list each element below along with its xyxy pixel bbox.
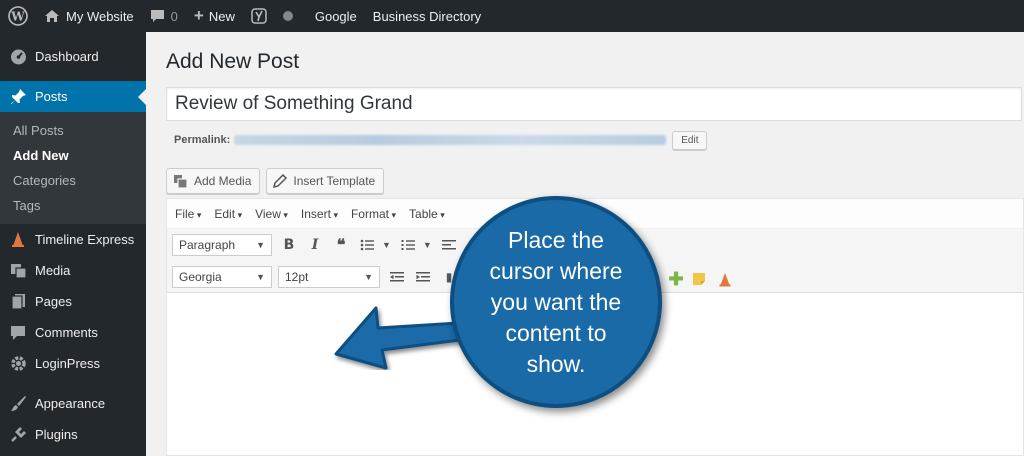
sidebar-item-comments[interactable]: Comments — [0, 317, 146, 348]
insert-template-label: Insert Template — [293, 174, 376, 188]
font-size-select[interactable]: 12pt ▼ — [278, 265, 380, 288]
sidebar-item-label: LoginPress — [35, 356, 101, 371]
bold-button[interactable]: B — [278, 234, 300, 256]
yoast-seo-icon[interactable] — [243, 0, 275, 32]
permalink-url-blurred[interactable] — [234, 135, 667, 145]
comments-count: 0 — [170, 8, 178, 24]
align-left-icon — [441, 240, 456, 250]
media-buttons: Add Media Insert Template — [166, 168, 385, 194]
sidebar-item-timeline-express[interactable]: Timeline Express — [0, 224, 146, 255]
plus-icon: + — [193, 6, 204, 25]
outdent-button[interactable] — [386, 266, 408, 288]
insert-template-button[interactable]: Insert Template — [266, 168, 385, 194]
sidebar-item-appearance[interactable]: Appearance — [0, 388, 146, 419]
indent-icon — [416, 271, 430, 281]
post-title-input[interactable]: Review of Something Grand — [166, 87, 1022, 121]
chevron-down-icon: ▼ — [256, 271, 265, 282]
callout-text: Place the cursor where you want the cont… — [489, 226, 623, 377]
comment-bubble-icon — [150, 9, 165, 23]
align-left-button[interactable] — [438, 234, 460, 256]
new-content-link[interactable]: + New — [186, 0, 243, 32]
pages-icon — [9, 293, 27, 311]
italic-button[interactable]: I — [304, 234, 326, 256]
pin-icon — [9, 88, 27, 106]
home-icon — [44, 9, 60, 23]
sidebar-item-label: Timeline Express — [35, 232, 135, 247]
comment-icon — [9, 324, 27, 342]
timeline-cone-icon[interactable] — [714, 268, 736, 290]
bullet-list-icon — [360, 239, 374, 251]
media-icon — [9, 262, 27, 280]
menu-file[interactable]: File — [175, 207, 201, 221]
chevron-down-icon[interactable]: ▼ — [423, 240, 432, 250]
sidebar-item-dashboard[interactable]: Dashboard — [0, 41, 146, 72]
sidebar-item-posts[interactable]: Posts — [0, 81, 146, 112]
gear-icon — [9, 355, 27, 373]
format-select[interactable]: Paragraph ▼ — [172, 234, 272, 256]
outdent-icon — [390, 271, 404, 281]
business-directory-link[interactable]: Business Directory — [365, 0, 489, 32]
sidebar-item-label: Comments — [35, 325, 98, 340]
menu-edit[interactable]: Edit — [214, 207, 242, 221]
brush-icon — [9, 395, 27, 413]
add-media-button[interactable]: Add Media — [166, 168, 261, 194]
site-name-link[interactable]: My Website — [36, 0, 142, 32]
menu-view[interactable]: View — [255, 207, 288, 221]
submenu-tags[interactable]: Tags — [0, 193, 146, 218]
sidebar-item-media[interactable]: Media — [0, 255, 146, 286]
chevron-down-icon: ▼ — [256, 240, 265, 250]
post-title-value: Review of Something Grand — [175, 93, 413, 114]
sidebar-item-label: Plugins — [35, 427, 78, 442]
plus-green-icon[interactable]: ✚ — [665, 268, 687, 290]
menu-format[interactable]: Format — [351, 207, 396, 221]
sidebar-item-label: Appearance — [35, 396, 106, 411]
menu-table[interactable]: Table — [409, 207, 445, 221]
dashboard-icon — [9, 48, 27, 66]
new-label: New — [208, 8, 235, 24]
sidebar-item-label: Dashboard — [35, 49, 99, 64]
seo-status-dot — [275, 0, 301, 32]
chevron-down-icon[interactable]: ▼ — [382, 240, 391, 250]
instruction-callout: Place the cursor where you want the cont… — [450, 196, 662, 408]
bullet-list-button[interactable] — [356, 234, 378, 256]
sidebar-item-label: Posts — [35, 89, 68, 104]
admin-bar: W My Website 0 + New Google Business Dir… — [0, 0, 1024, 32]
permalink-row: Permalink: Edit — [174, 127, 708, 153]
font-family-select[interactable]: Georgia ▼ — [172, 265, 272, 288]
plug-icon — [9, 426, 27, 444]
numbered-list-icon — [401, 240, 415, 250]
submenu-add-new[interactable]: Add New — [0, 143, 146, 168]
svg-text:W: W — [10, 10, 25, 24]
site-name-label: My Website — [66, 8, 134, 24]
sticky-note-icon[interactable] — [688, 268, 710, 290]
indent-button[interactable] — [412, 266, 434, 288]
cone-icon — [9, 231, 27, 249]
google-link[interactable]: Google — [307, 0, 365, 32]
permalink-label: Permalink: — [174, 134, 231, 146]
font-family-value: Georgia — [179, 269, 222, 284]
menu-insert[interactable]: Insert — [301, 207, 338, 221]
format-select-value: Paragraph — [179, 238, 236, 252]
chevron-down-icon: ▼ — [364, 271, 373, 282]
submenu-all-posts[interactable]: All Posts — [0, 118, 146, 143]
pencil-icon — [273, 174, 288, 188]
posts-submenu: All Posts Add New Categories Tags — [0, 112, 146, 224]
media-icon — [173, 174, 188, 189]
add-media-label: Add Media — [194, 174, 252, 188]
sidebar-item-label: Pages — [35, 294, 72, 309]
submenu-categories[interactable]: Categories — [0, 168, 146, 193]
sidebar-item-pages[interactable]: Pages — [0, 286, 146, 317]
wordpress-logo-icon[interactable]: W — [0, 0, 36, 32]
sidebar-item-plugins[interactable]: Plugins — [0, 419, 146, 450]
page-title: Add New Post — [166, 50, 300, 73]
admin-sidebar: Dashboard Posts All Posts Add New Catego… — [0, 32, 146, 456]
sidebar-item-loginpress[interactable]: LoginPress — [0, 348, 146, 379]
numbered-list-button[interactable] — [397, 234, 419, 256]
comments-link[interactable]: 0 — [142, 0, 186, 32]
blockquote-button[interactable]: ❝ — [330, 234, 352, 256]
font-size-value: 12pt — [285, 269, 309, 284]
permalink-edit-button[interactable]: Edit — [672, 130, 708, 150]
sidebar-item-label: Media — [35, 263, 71, 278]
